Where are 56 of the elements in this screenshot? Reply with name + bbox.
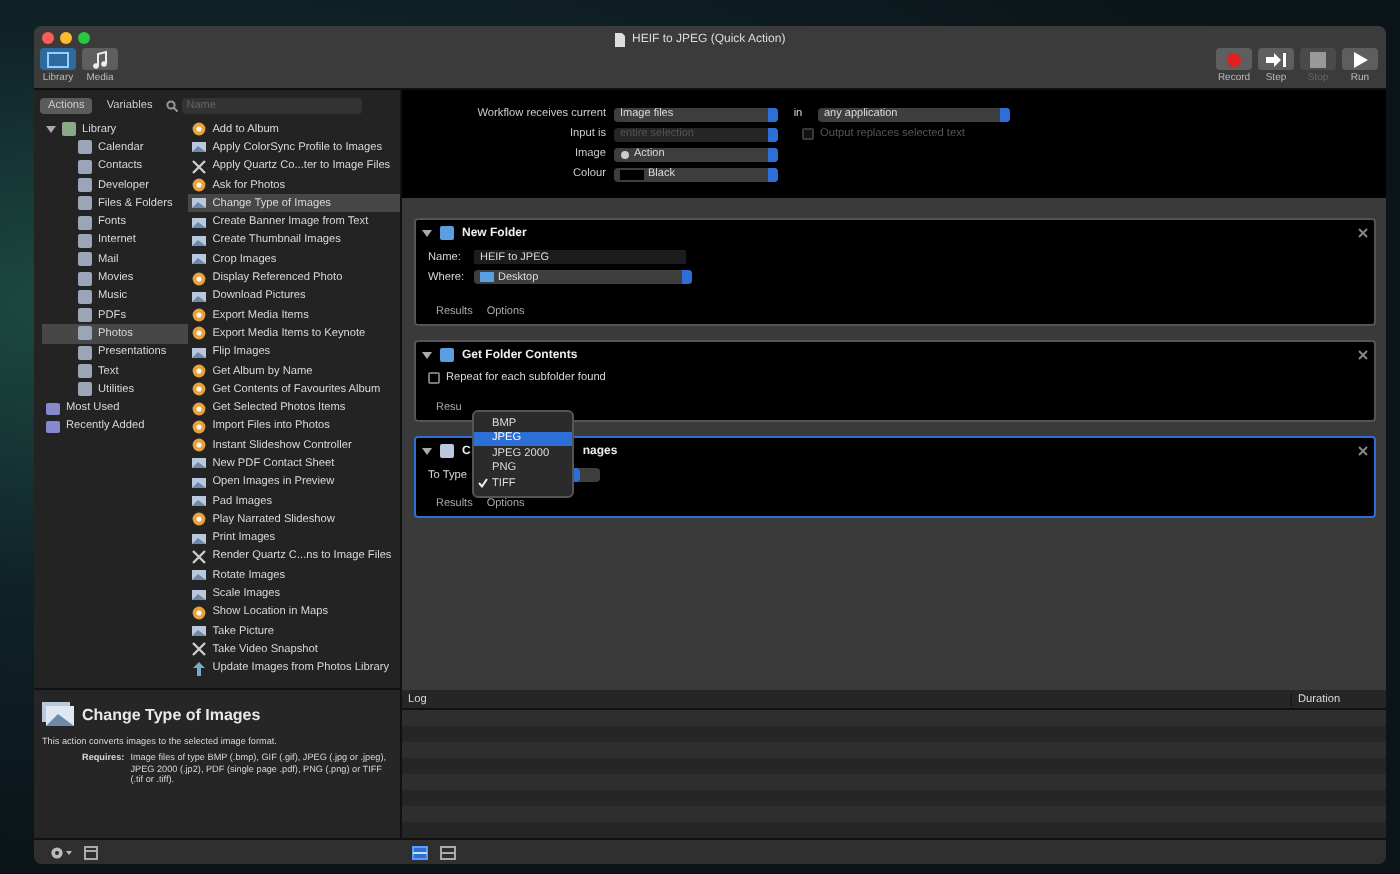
gear-icon[interactable] [50,845,74,859]
photos-icon [192,271,207,286]
minimize-icon[interactable] [60,32,72,44]
description-title: Change Type of Images [82,705,261,723]
folder-icon [440,348,454,362]
gear-icon [620,149,630,159]
image-icon [192,475,207,490]
image-icon [192,215,207,230]
image-icon [192,345,207,360]
image-icon [192,624,207,639]
disclosure-triangle-icon[interactable] [46,124,56,135]
view-toggle-icon[interactable] [440,845,456,859]
image-icon [192,289,207,304]
image-icon [192,140,207,155]
disclosure-triangle-icon[interactable] [422,446,432,456]
photos-icon [192,512,207,527]
close-icon[interactable] [1358,228,1368,238]
library-icon [62,122,76,137]
close-icon[interactable] [1358,350,1368,360]
image-stack-icon [42,702,74,726]
photos-icon [192,178,207,193]
close-icon[interactable] [1358,446,1368,456]
close-icon[interactable] [42,32,54,44]
play-icon [1352,51,1368,67]
image-icon [192,587,207,602]
library-icon [44,49,72,69]
tools-icon [192,159,207,174]
image-icon [440,444,454,458]
checkbox[interactable] [428,372,440,384]
image-icon [192,233,207,248]
document-icon [614,32,626,48]
zoom-icon[interactable] [78,32,90,44]
step-icon [1266,51,1286,67]
disclosure-triangle-icon[interactable] [422,228,432,238]
tools-icon [192,549,207,564]
image-icon [192,531,207,546]
photos-icon [192,122,207,137]
update-icon [192,661,207,676]
photos-icon [192,605,207,620]
view-toggle-icon[interactable] [412,845,428,859]
music-note-icon [90,49,110,69]
folder-icon [480,272,494,282]
image-icon [192,252,207,267]
tools-icon [192,642,207,657]
colour-swatch-icon [620,169,644,179]
image-icon [192,568,207,583]
stop-icon [1310,51,1326,67]
panel-icon[interactable] [84,845,98,859]
record-icon [1226,51,1242,67]
image-icon [192,196,207,211]
disclosure-triangle-icon[interactable] [422,350,432,360]
search-icon [166,99,179,111]
image-icon [192,494,207,509]
folder-icon [440,226,454,240]
image-icon [192,456,207,471]
checkmark-icon [478,478,488,489]
